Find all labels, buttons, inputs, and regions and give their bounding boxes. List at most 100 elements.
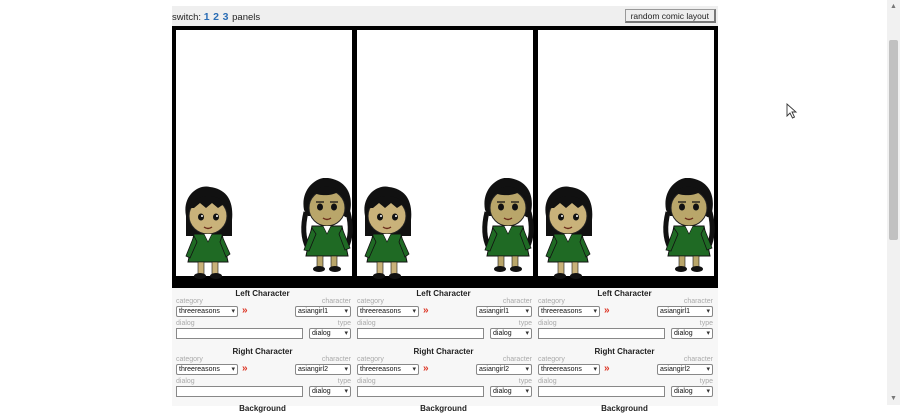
character-label: character	[321, 356, 351, 363]
right-dialog-input[interactable]	[538, 386, 665, 397]
right-character-select[interactable]: asiangirl2 ▾	[295, 364, 351, 375]
switch-3-panels-link[interactable]: 3	[223, 11, 229, 23]
dialog-label: dialog	[176, 320, 195, 327]
right-category-select[interactable]: threereasons ▾	[357, 364, 419, 375]
left-character-image[interactable]	[540, 186, 596, 282]
right-dialog-input[interactable]	[176, 386, 303, 397]
chevron-down-icon: ▾	[412, 366, 416, 373]
type-label: type	[518, 378, 532, 385]
comic-panel-2[interactable]	[357, 30, 533, 280]
left-character-select[interactable]: asiangirl1 ▾	[476, 306, 532, 317]
chevron-down-icon: ▾	[706, 308, 710, 315]
character-label: character	[683, 298, 713, 305]
left-character-heading: Left Character	[597, 289, 652, 298]
switch-suffix: panels	[232, 12, 261, 23]
next-character-icon[interactable]: »	[242, 306, 248, 316]
panel-controls: Left Character category character threer…	[172, 288, 718, 413]
category-label: category	[357, 298, 384, 305]
left-category-select[interactable]: threereasons ▾	[357, 306, 419, 317]
dialog-label: dialog	[176, 378, 195, 385]
left-category-select[interactable]: threereasons ▾	[176, 306, 238, 317]
chevron-down-icon: ▾	[344, 388, 348, 395]
mouse-pointer-icon	[786, 103, 798, 119]
left-category-select[interactable]: threereasons ▾	[538, 306, 600, 317]
category-label: category	[176, 356, 203, 363]
right-category-select[interactable]: threereasons ▾	[538, 364, 600, 375]
chevron-down-icon: ▾	[593, 366, 597, 373]
left-dialog-input[interactable]	[357, 328, 484, 339]
next-character-icon[interactable]: »	[604, 364, 610, 374]
right-type-select[interactable]: dialog ▾	[671, 386, 713, 397]
chevron-down-icon: ▾	[412, 308, 416, 315]
category-label: category	[357, 356, 384, 363]
right-type-select[interactable]: dialog ▾	[490, 386, 532, 397]
right-character-image[interactable]	[479, 178, 537, 276]
chevron-down-icon: ▾	[525, 388, 529, 395]
type-label: type	[699, 378, 713, 385]
left-dialog-input[interactable]	[176, 328, 303, 339]
right-type-select[interactable]: dialog ▾	[309, 386, 351, 397]
right-character-heading: Right Character	[232, 347, 293, 356]
right-character-heading: Right Character	[594, 347, 655, 356]
switch-prefix: switch:	[172, 12, 202, 23]
next-character-icon[interactable]: »	[423, 306, 429, 316]
chevron-up-icon[interactable]: ▲	[887, 0, 900, 13]
dialog-label: dialog	[538, 378, 557, 385]
chevron-down-icon: ▾	[706, 366, 710, 373]
type-label: type	[518, 320, 532, 327]
chevron-down-icon: ▾	[231, 366, 235, 373]
background-heading: Background	[420, 404, 467, 413]
panel-3-controls: Left Character category character threer…	[536, 288, 713, 413]
chevron-down-icon: ▾	[593, 308, 597, 315]
right-dialog-input[interactable]	[357, 386, 484, 397]
right-character-image[interactable]	[298, 178, 356, 276]
right-character-select[interactable]: asiangirl2 ▾	[476, 364, 532, 375]
left-character-image[interactable]	[359, 186, 415, 282]
left-type-select[interactable]: dialog ▾	[309, 328, 351, 339]
page-scrollbar[interactable]: ▲ ▼	[887, 0, 900, 405]
character-label: character	[683, 356, 713, 363]
left-character-image[interactable]	[180, 186, 236, 282]
panel-2-controls: Left Character category character threer…	[355, 288, 532, 413]
left-type-select[interactable]: dialog ▾	[490, 328, 532, 339]
background-heading: Background	[239, 404, 286, 413]
type-label: type	[337, 320, 351, 327]
chevron-down-icon: ▾	[525, 366, 529, 373]
chevron-down-icon: ▾	[525, 330, 529, 337]
right-character-image[interactable]	[660, 178, 718, 276]
scrollbar-thumb[interactable]	[889, 40, 898, 240]
type-label: type	[337, 378, 351, 385]
character-label: character	[502, 298, 532, 305]
right-character-select[interactable]: asiangirl2 ▾	[657, 364, 713, 375]
right-category-select[interactable]: threereasons ▾	[176, 364, 238, 375]
switch-1-panel-link[interactable]: 1	[204, 11, 210, 23]
next-character-icon[interactable]: »	[242, 364, 248, 374]
comic-panel-3[interactable]	[538, 30, 714, 280]
left-character-heading: Left Character	[235, 289, 290, 298]
left-character-select[interactable]: asiangirl1 ▾	[295, 306, 351, 317]
chevron-down-icon: ▾	[706, 388, 710, 395]
chevron-down-icon: ▾	[344, 308, 348, 315]
random-comic-layout-button[interactable]: random comic layout	[624, 9, 716, 23]
dialog-label: dialog	[357, 320, 376, 327]
category-label: category	[538, 356, 565, 363]
chevron-down-icon: ▾	[706, 330, 710, 337]
next-character-icon[interactable]: »	[423, 364, 429, 374]
comic-panel-1[interactable]	[176, 30, 352, 280]
type-label: type	[699, 320, 713, 327]
dialog-label: dialog	[538, 320, 557, 327]
character-label: character	[502, 356, 532, 363]
category-label: category	[176, 298, 203, 305]
left-type-select[interactable]: dialog ▾	[671, 328, 713, 339]
chevron-down-icon: ▾	[525, 308, 529, 315]
left-character-select[interactable]: asiangirl1 ▾	[657, 306, 713, 317]
background-heading: Background	[601, 404, 648, 413]
switch-2-panels-link[interactable]: 2	[213, 11, 219, 23]
next-character-icon[interactable]: »	[604, 306, 610, 316]
left-dialog-input[interactable]	[538, 328, 665, 339]
right-character-heading: Right Character	[413, 347, 474, 356]
chevron-down-icon[interactable]: ▼	[887, 392, 900, 405]
panel-1-controls: Left Character category character threer…	[174, 288, 351, 413]
character-label: character	[321, 298, 351, 305]
comic-strip	[172, 26, 718, 288]
